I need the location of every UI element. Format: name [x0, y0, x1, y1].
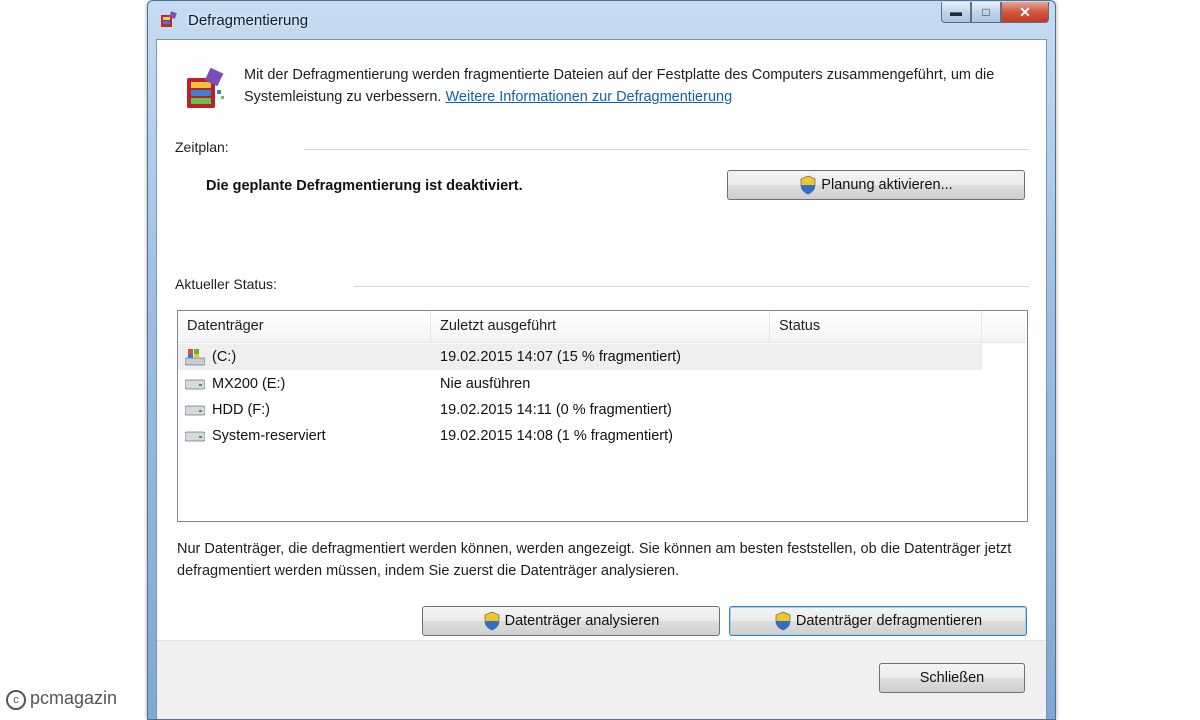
uac-shield-icon — [800, 175, 816, 195]
column-header-status[interactable]: Status — [770, 311, 982, 342]
drive-icon — [185, 431, 205, 442]
info-note: Nur Datenträger, die defragmentiert werd… — [177, 541, 1012, 579]
window-title: Defragmentierung — [188, 12, 309, 29]
defrag-app-icon — [187, 67, 224, 108]
table-row[interactable]: System-reserviert 19.02.2015 14:08 (1 % … — [178, 423, 982, 449]
table-row[interactable]: (C:) 19.02.2015 14:07 (15 % fragmentiert… — [178, 344, 982, 370]
table-row[interactable]: MX200 (E:) Nie ausführen — [178, 371, 982, 397]
intro-description: Mit der Defragmentierung werden fragment… — [244, 64, 1024, 108]
minimize-button[interactable]: ▬ — [941, 2, 971, 23]
last-run: 19.02.2015 14:11 (0 % fragmentiert) — [440, 402, 672, 418]
caption-buttons: ▬ □ ✕ — [941, 2, 1049, 24]
last-run: 19.02.2015 14:07 (15 % fragmentiert) — [440, 349, 682, 365]
title-bar[interactable]: Defragmentierung ▬ □ ✕ — [148, 1, 1055, 39]
schedule-status-text: Die geplante Defragmentierung ist deakti… — [206, 178, 523, 194]
defragment-label: Datenträger defragmentieren — [795, 613, 983, 629]
content-panel: Mit der Defragmentierung werden fragment… — [157, 40, 1046, 641]
table-row[interactable]: HDD (F:) 19.02.2015 14:11 (0 % fragmenti… — [178, 397, 982, 423]
column-header-drive[interactable]: Datenträger — [178, 311, 431, 342]
list-header: Datenträger Zuletzt ausgeführt Status — [178, 311, 1027, 343]
status-label: Aktueller Status: — [175, 276, 277, 292]
schedule-divider — [304, 149, 1029, 150]
window-client-area: Mit der Defragmentierung werden fragment… — [156, 39, 1047, 719]
analyze-label: Datenträger analysieren — [504, 613, 660, 629]
drive-icon — [185, 405, 205, 416]
maximize-button[interactable]: □ — [971, 2, 1001, 23]
drive-name: (C:) — [212, 349, 237, 365]
close-window-button[interactable]: ✕ — [1001, 2, 1049, 23]
close-button[interactable]: Schließen — [879, 663, 1025, 693]
defrag-app-icon — [161, 11, 177, 27]
footer-bar: Schließen — [157, 641, 1046, 719]
column-header-last-run[interactable]: Zuletzt ausgeführt — [431, 311, 770, 342]
last-run: Nie ausführen — [440, 376, 531, 392]
drive-icon — [185, 379, 205, 390]
more-info-link[interactable]: Weitere Informationen zur Defragmentieru… — [445, 89, 732, 105]
watermark-text: pcmagazin — [30, 688, 118, 708]
system-drive-icon — [185, 349, 205, 366]
status-divider — [354, 286, 1029, 287]
schedule-label: Zeitplan: — [175, 139, 229, 155]
uac-shield-icon — [775, 611, 791, 631]
drive-name: HDD (F:) — [212, 402, 270, 418]
last-run: 19.02.2015 14:08 (1 % fragmentiert) — [440, 428, 673, 444]
defrag-window: Defragmentierung ▬ □ ✕ Mit der Defragmen… — [147, 0, 1056, 720]
copyright-icon: c — [6, 690, 26, 710]
watermark: c pcmagazin — [6, 688, 117, 710]
uac-shield-icon — [484, 611, 500, 631]
enable-schedule-button[interactable]: Planung aktivieren... — [727, 170, 1025, 200]
drive-list[interactable]: Datenträger Zuletzt ausgeführt Status (C… — [177, 310, 1028, 522]
defragment-button[interactable]: Datenträger defragmentieren — [729, 606, 1027, 636]
drive-name: System-reserviert — [212, 428, 326, 444]
enable-schedule-label: Planung aktivieren... — [821, 177, 953, 193]
drive-name: MX200 (E:) — [212, 376, 286, 392]
analyze-button[interactable]: Datenträger analysieren — [422, 606, 720, 636]
